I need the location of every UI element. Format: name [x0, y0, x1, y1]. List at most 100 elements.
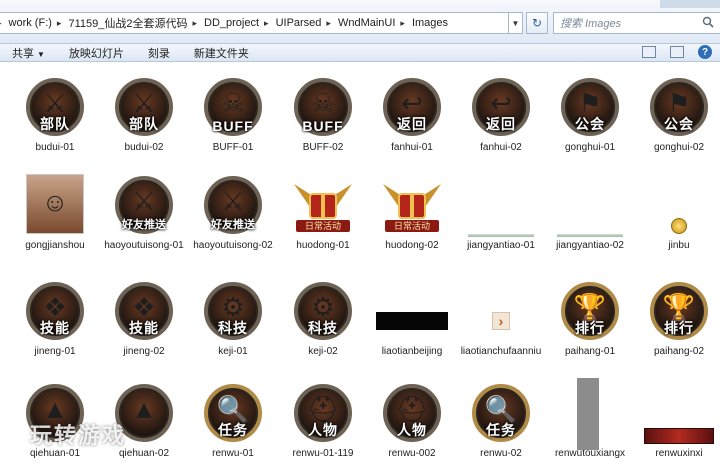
chevron-right-icon[interactable]: ▸	[262, 18, 271, 29]
file-thumbnail	[646, 170, 712, 236]
file-item[interactable]: 🔍 任务 renwu-01	[188, 378, 278, 460]
window-controls-strip	[660, 0, 720, 8]
file-item[interactable]: ⚔ 好友推送 haoyoutuisong-01	[99, 170, 189, 252]
share-button[interactable]: 共享 ▼	[0, 45, 57, 61]
file-item[interactable]: ⛑ 人物 renwu-01-119	[278, 378, 368, 460]
breadcrumb-item[interactable]: DD_project	[199, 17, 262, 29]
badge-label: 部队	[129, 116, 159, 132]
emblem-icon: ⚔	[132, 186, 156, 216]
file-thumbnail: ❖ 技能	[22, 276, 88, 342]
file-thumbnail: 🏆 排行	[646, 276, 712, 342]
breadcrumb-item[interactable]: WndMainUI	[333, 17, 398, 29]
progress-strip-icon	[468, 234, 534, 237]
file-item[interactable]: ❖ 技能 jineng-01	[10, 276, 100, 358]
file-item[interactable]: ☺ gongjianshou	[10, 170, 100, 252]
file-thumbnail: ⚔ 好友推送	[111, 170, 177, 236]
file-thumbnail: ☠ BUFF	[200, 72, 266, 138]
file-item[interactable]: ⛑ 人物 renwu-002	[367, 378, 457, 460]
watermark: 玩转游戏	[30, 423, 127, 448]
file-item[interactable]: ↩ 返回 fanhui-02	[456, 72, 546, 154]
file-name: budui-02	[124, 142, 164, 153]
file-name: jiangyantiao-01	[467, 240, 535, 251]
file-item[interactable]: ⚔ 部队 budui-01	[10, 72, 100, 154]
file-name: huodong-01	[296, 240, 350, 251]
file-thumbnail: ☺	[22, 170, 88, 236]
badge-label: 返回	[397, 116, 427, 132]
file-name: keji-01	[218, 346, 248, 357]
breadcrumb[interactable]: ▸ work (F:) ▸ 71159_仙战2全套源代码 ▸ DD_projec…	[0, 12, 509, 34]
badge-label: 任务	[486, 422, 516, 438]
file-item[interactable]: ↩ 返回 fanhui-01	[367, 72, 457, 154]
portrait-icon: ☺	[41, 187, 69, 217]
file-item[interactable]: renwutouxiangx	[545, 378, 635, 460]
chevron-right-icon[interactable]: ▸	[398, 18, 407, 29]
slideshow-button[interactable]: 放映幻灯片	[57, 45, 136, 61]
file-item[interactable]: ❖ 技能 jineng-02	[99, 276, 189, 358]
burn-button[interactable]: 刻录	[136, 45, 182, 61]
file-name: keji-02	[308, 346, 338, 357]
file-item[interactable]: jiangyantiao-02	[545, 170, 635, 252]
file-item[interactable]: › liaotianchufaanniu	[456, 276, 546, 358]
file-thumbnail: ›	[468, 276, 534, 342]
file-name: gonghui-02	[653, 142, 705, 153]
badge-label: BUFF	[212, 118, 254, 134]
file-item[interactable]: 🏆 排行 paihang-01	[545, 276, 635, 358]
help-icon[interactable]: ?	[698, 45, 712, 59]
file-item[interactable]: ☠ BUFF BUFF-01	[188, 72, 278, 154]
banner-label: 日常活动	[296, 220, 350, 232]
file-name: jineng-01	[34, 346, 76, 357]
file-item[interactable]: ⚑ 公会 gonghui-02	[634, 72, 720, 154]
file-name: fanhui-01	[391, 142, 433, 153]
file-item[interactable]: jiangyantiao-01	[456, 170, 546, 252]
file-thumbnail: ⚑ 公会	[646, 72, 712, 138]
search-icon	[702, 16, 714, 28]
file-thumbnail: 🔍 任务	[468, 378, 534, 444]
emblem-icon: ⚔	[221, 186, 245, 216]
file-item[interactable]: ⚔ 好友推送 haoyoutuisong-02	[188, 170, 278, 252]
file-item[interactable]: ⚙ 科技 keji-01	[188, 276, 278, 358]
file-name: renwu-01	[212, 448, 254, 459]
file-item[interactable]: ☠ BUFF BUFF-02	[278, 72, 368, 154]
chevron-right-icon[interactable]: ▸	[324, 18, 333, 29]
file-name: haoyoutuisong-02	[193, 240, 273, 251]
breadcrumb-item[interactable]: Images	[407, 17, 451, 29]
file-name: gongjianshou	[25, 240, 85, 251]
file-thumbnail: 日常活动	[379, 170, 445, 236]
file-thumbnail: ⚑ 公会	[557, 72, 623, 138]
file-item[interactable]: 日常活动 huodong-02	[367, 170, 457, 252]
search-input[interactable]: 搜索 Images	[553, 12, 720, 34]
file-item[interactable]: liaotianbeijing	[367, 276, 457, 358]
file-item[interactable]: ⚔ 部队 budui-02	[99, 72, 189, 154]
badge-label: 好友推送	[211, 219, 255, 231]
breadcrumb-item[interactable]: 71159_仙战2全套源代码	[63, 15, 190, 31]
file-thumbnail: 🏆 排行	[557, 276, 623, 342]
file-thumbnail: ⚔ 好友推送	[200, 170, 266, 236]
view-options-icon[interactable]	[642, 46, 656, 58]
file-thumbnail	[376, 276, 448, 342]
breadcrumb-item[interactable]: work (F:)	[4, 17, 55, 29]
file-name: haoyoutuisong-01	[104, 240, 184, 251]
breadcrumb-item[interactable]: UIParsed	[271, 17, 325, 29]
file-item[interactable]: renwuxinxi	[634, 378, 720, 460]
file-item[interactable]: jinbu	[634, 170, 720, 252]
file-name: jinbu	[668, 240, 690, 251]
badge-label: 技能	[129, 320, 159, 336]
badge-label: 任务	[218, 422, 248, 438]
new-folder-button[interactable]: 新建文件夹	[182, 45, 261, 61]
file-item[interactable]: 🔍 任务 renwu-02	[456, 378, 546, 460]
file-thumbnail: ⚙ 科技	[200, 276, 266, 342]
file-name: paihang-02	[653, 346, 705, 357]
badge-label: 科技	[218, 320, 248, 336]
file-item[interactable]: 🏆 排行 paihang-02	[634, 276, 720, 358]
coin-icon	[671, 218, 687, 234]
chevron-right-icon[interactable]: ▸	[190, 18, 199, 29]
file-item[interactable]: ⚙ 科技 keji-02	[278, 276, 368, 358]
file-item[interactable]: ⚑ 公会 gonghui-01	[545, 72, 635, 154]
file-thumbnail: 🔍 任务	[200, 378, 266, 444]
address-dropdown-button[interactable]: ▼	[509, 12, 523, 34]
preview-pane-icon[interactable]	[670, 46, 684, 58]
refresh-button[interactable]: ↻	[526, 12, 548, 34]
file-item[interactable]: 日常活动 huodong-01	[278, 170, 368, 252]
chevron-right-icon[interactable]: ▸	[55, 18, 64, 29]
file-name: renwuxinxi	[655, 448, 703, 459]
